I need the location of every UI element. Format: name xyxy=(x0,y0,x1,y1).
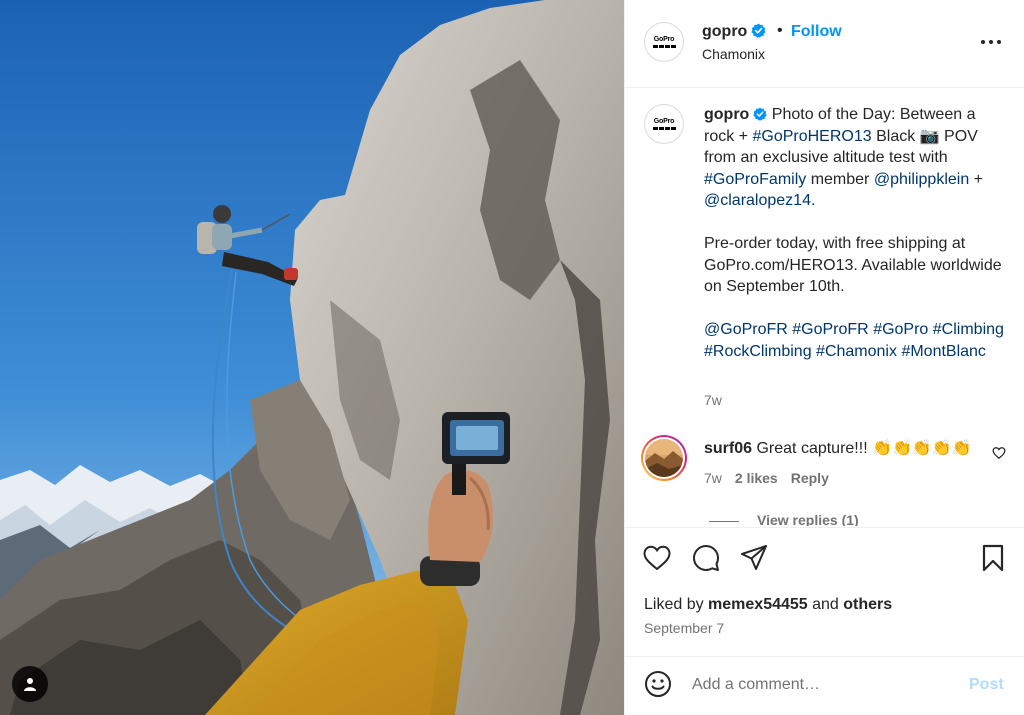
logo-text: GoPro xyxy=(653,36,675,43)
bookmark-icon xyxy=(982,544,1004,572)
hashtag-link[interactable]: #GoProFamily xyxy=(704,171,806,188)
post-caption: gopro Photo of the Day: Between a rock +… xyxy=(704,104,1004,362)
gopro-logo: GoPro xyxy=(647,36,681,48)
verified-badge-icon xyxy=(751,23,766,38)
separator-dot: • xyxy=(777,22,783,39)
more-options-button[interactable] xyxy=(979,30,1003,54)
view-replies-button[interactable]: View replies (1) xyxy=(709,511,859,526)
mention-link[interactable]: @philippklein xyxy=(874,171,969,188)
comment-text: Great capture!!! 👏👏👏👏👏 xyxy=(752,440,972,457)
liked-by-user[interactable]: memex54455 xyxy=(708,596,808,613)
commenter-username[interactable]: surf06 xyxy=(704,440,752,457)
caption-text: + xyxy=(969,170,984,188)
caption-paragraph: Pre-order today, with free shipping at G… xyxy=(704,235,1002,295)
commenter-photo xyxy=(645,439,683,477)
liked-by-prefix: Liked by xyxy=(644,596,709,613)
hashtag-link[interactable]: #Climbing xyxy=(933,321,1004,338)
user-icon xyxy=(24,678,36,691)
post-comment-button[interactable]: Post xyxy=(969,675,1004,695)
like-button[interactable] xyxy=(643,544,671,572)
post-image xyxy=(0,0,624,715)
more-options-icon xyxy=(981,40,1001,44)
follow-button[interactable]: Follow xyxy=(791,22,842,42)
send-icon xyxy=(741,545,767,570)
hashtag-link[interactable]: #GoPro xyxy=(873,321,928,338)
gopro-logo: GoPro xyxy=(647,118,681,130)
post-header: GoPro gopro • Follow Chamonix xyxy=(625,0,1024,88)
comment-timestamp[interactable]: 7w xyxy=(704,470,722,486)
emoji-button[interactable] xyxy=(644,670,674,700)
replies-divider xyxy=(709,520,739,522)
hashtag-link[interactable]: #RockClimbing xyxy=(704,343,812,360)
post-photo[interactable] xyxy=(0,0,624,715)
smiley-icon xyxy=(645,671,671,697)
author-username-text: gopro xyxy=(702,23,748,40)
comment-like-button[interactable] xyxy=(992,446,1008,462)
caption-text: . xyxy=(810,192,816,209)
comment-body: surf06 Great capture!!! 👏👏👏👏👏 xyxy=(704,438,974,459)
share-button[interactable] xyxy=(740,544,768,572)
caption-username[interactable]: gopro xyxy=(704,106,749,123)
post-location[interactable]: Chamonix xyxy=(702,45,765,63)
liked-by-others[interactable]: others xyxy=(843,596,892,613)
view-replies-label: View replies (1) xyxy=(757,512,859,526)
liked-by-summary: Liked by memex54455 and others xyxy=(644,595,892,615)
author-username[interactable]: gopro xyxy=(702,22,766,42)
tagged-user-button[interactable] xyxy=(12,666,48,702)
comment-button[interactable] xyxy=(692,544,720,572)
comments-section[interactable]: GoPro gopro Photo of the Day: Between a … xyxy=(625,88,1024,526)
hashtag-link[interactable]: #GoProHERO13 xyxy=(752,128,871,145)
heart-icon xyxy=(992,447,1006,460)
caption-text: member xyxy=(806,170,874,188)
comment-icon xyxy=(693,545,719,571)
comment-meta: 7w 2 likes Reply xyxy=(704,469,842,487)
comment-reply-button[interactable]: Reply xyxy=(791,470,829,486)
mention-link[interactable]: @claralopez14 xyxy=(704,192,811,209)
author-avatar[interactable]: GoPro xyxy=(644,22,684,62)
hashtag-link[interactable]: #Chamonix xyxy=(816,343,897,360)
comment-input[interactable] xyxy=(692,674,962,696)
post-side-panel: GoPro gopro • Follow Chamonix GoPro gopr… xyxy=(624,0,1024,715)
mention-link[interactable]: @GoProFR xyxy=(704,321,788,338)
caption-timestamp[interactable]: 7w xyxy=(704,391,722,409)
caption-author-avatar[interactable]: GoPro xyxy=(644,104,684,144)
add-comment-bar: Post xyxy=(625,656,1024,715)
comment-likes-count[interactable]: 2 likes xyxy=(735,470,778,486)
caption-hashtags: @GoProFR #GoProFR #GoPro #Climbing #Rock… xyxy=(704,319,1004,362)
save-button[interactable] xyxy=(979,544,1007,572)
liked-by-and: and xyxy=(807,596,844,613)
commenter-avatar[interactable] xyxy=(641,435,687,481)
verified-badge-icon xyxy=(753,107,767,121)
hashtag-link[interactable]: #GoProFR xyxy=(792,321,868,338)
heart-icon xyxy=(643,545,671,571)
post-actions: Liked by memex54455 and others September… xyxy=(625,527,1024,657)
logo-text: GoPro xyxy=(653,118,675,125)
hashtag-link[interactable]: #MontBlanc xyxy=(901,343,986,360)
post-date[interactable]: September 7 xyxy=(644,619,724,637)
